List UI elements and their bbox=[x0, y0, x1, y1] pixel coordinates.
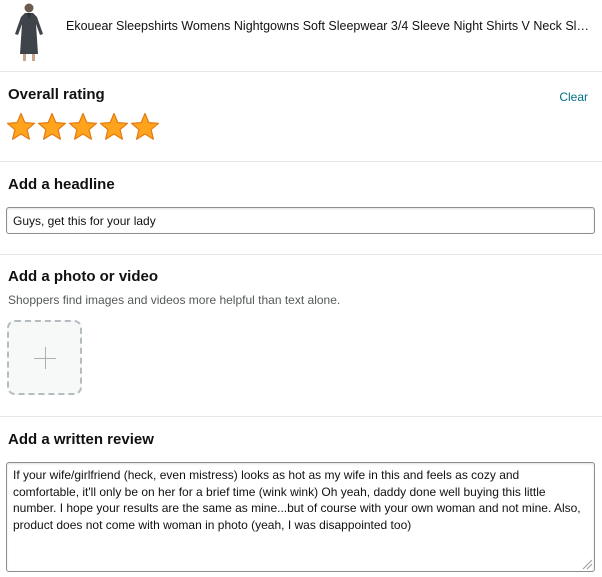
written-review-section: Add a written review If your wife/girlfr… bbox=[0, 417, 602, 577]
overall-rating-heading: Overall rating bbox=[8, 86, 105, 103]
headline-input[interactable] bbox=[6, 207, 595, 234]
photo-video-helper-text: Shoppers find images and videos more hel… bbox=[8, 293, 341, 307]
headline-heading: Add a headline bbox=[8, 176, 115, 193]
product-thumbnail bbox=[15, 3, 43, 61]
star-icon-4[interactable] bbox=[99, 112, 129, 142]
headline-section: Add a headline bbox=[0, 162, 602, 255]
product-header: Ekouear Sleepshirts Womens Nightgowns So… bbox=[0, 0, 602, 72]
upload-media-button[interactable] bbox=[7, 320, 82, 395]
star-icon-1[interactable] bbox=[6, 112, 36, 142]
written-review-heading: Add a written review bbox=[8, 431, 154, 448]
photo-video-section: Add a photo or video Shoppers find image… bbox=[0, 255, 602, 417]
resize-handle-icon[interactable] bbox=[581, 558, 593, 570]
clear-rating-link[interactable]: Clear bbox=[559, 90, 588, 104]
photo-video-heading: Add a photo or video bbox=[8, 268, 158, 285]
star-rating bbox=[6, 112, 160, 142]
star-icon-2[interactable] bbox=[37, 112, 67, 142]
review-textarea[interactable]: If your wife/girlfriend (heck, even mist… bbox=[6, 462, 595, 572]
product-title: Ekouear Sleepshirts Womens Nightgowns So… bbox=[66, 19, 591, 33]
star-icon-3[interactable] bbox=[68, 112, 98, 142]
star-icon-5[interactable] bbox=[130, 112, 160, 142]
overall-rating-section: Overall rating Clear bbox=[0, 73, 602, 162]
